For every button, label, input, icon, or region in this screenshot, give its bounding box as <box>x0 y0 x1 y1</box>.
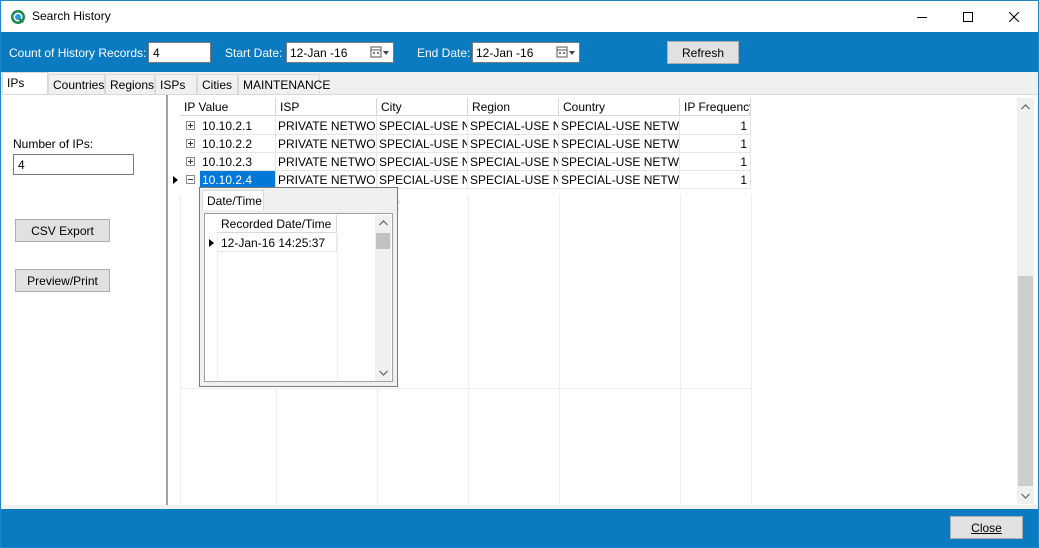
detail-vertical-scrollbar[interactable] <box>375 215 391 381</box>
search-history-window: Search History Count of History Records:… <box>0 0 1039 548</box>
grid-line <box>180 194 181 504</box>
column-header-country[interactable]: Country <box>559 98 680 116</box>
detail-subgrid-panel: Date/Time Recorded Date/Time 12-Jan-16 1… <box>199 187 398 387</box>
number-of-ips-field[interactable]: 4 <box>13 154 134 175</box>
close-button[interactable]: Close <box>950 516 1023 539</box>
expand-plus-icon[interactable] <box>186 121 195 130</box>
grid-line <box>751 194 752 504</box>
minimize-icon <box>917 16 927 18</box>
current-row-arrow-icon <box>209 239 214 247</box>
number-of-ips-label: Number of IPs: <box>13 137 94 151</box>
calendar-dropdown-icon[interactable] <box>369 45 391 60</box>
cell-region: SPECIAL-USE NETWORK <box>468 171 559 189</box>
cell-city: SPECIAL-USE NETWORK <box>377 153 468 171</box>
cell-ip-value: 10.10.2.3 <box>200 153 276 171</box>
scroll-thumb[interactable] <box>1018 276 1033 486</box>
tab-ips[interactable]: IPs <box>2 72 48 95</box>
cell-region: SPECIAL-USE NETWORK <box>468 117 559 135</box>
detail-subgrid: Recorded Date/Time 12-Jan-16 14:25:37 <box>204 213 393 382</box>
cell-country: SPECIAL-USE NETWORK <box>559 153 680 171</box>
tab-isps[interactable]: ISPs <box>155 74 197 94</box>
close-button-label: Close <box>971 520 1002 535</box>
grid-line <box>468 194 469 504</box>
column-header-ip-value[interactable]: IP Value <box>180 98 276 116</box>
maximize-button[interactable] <box>945 1 991 32</box>
tab-date-time[interactable]: Date/Time <box>202 190 264 210</box>
cell-region: SPECIAL-USE NETWORK <box>468 135 559 153</box>
column-header-city[interactable]: City <box>377 98 468 116</box>
column-header-recorded-date-time[interactable]: Recorded Date/Time <box>217 215 337 233</box>
footer-bar: Close <box>1 509 1038 547</box>
cell-city: SPECIAL-USE NETWORK <box>377 135 468 153</box>
scroll-down-arrow-icon[interactable] <box>1017 487 1034 504</box>
tab-regions[interactable]: Regions <box>105 74 155 94</box>
cell-recorded-date-time[interactable]: 12-Jan-16 14:25:37 <box>217 234 337 252</box>
tab-content: Number of IPs: 4 CSV Export Preview/Prin… <box>2 94 1038 505</box>
refresh-button[interactable]: Refresh <box>667 41 739 64</box>
grid-line <box>337 234 338 381</box>
tab-countries[interactable]: Countries <box>48 74 105 94</box>
cell-ip-frequency: 1 <box>680 171 751 189</box>
cell-isp: PRIVATE NETWORK <box>276 117 377 135</box>
maximize-icon <box>963 11 973 22</box>
scroll-up-arrow-icon[interactable] <box>1017 98 1034 115</box>
grid-line <box>180 388 751 389</box>
start-date-value: 12-Jan -16 <box>290 46 348 60</box>
minimize-button[interactable] <box>899 1 945 32</box>
grid-line <box>559 194 560 504</box>
app-logo-icon <box>11 10 25 24</box>
grid-line <box>680 194 681 504</box>
csv-export-button[interactable]: CSV Export <box>15 219 110 242</box>
cell-city: SPECIAL-USE NETWORK <box>377 117 468 135</box>
end-date-label: End Date: <box>417 46 471 60</box>
expand-plus-icon[interactable] <box>186 157 195 166</box>
cell-isp: PRIVATE NETWORK <box>276 135 377 153</box>
preview-print-button[interactable]: Preview/Print <box>15 269 110 292</box>
title-bar: Search History <box>1 1 1038 32</box>
collapse-minus-icon[interactable] <box>186 175 195 184</box>
tab-maintenance[interactable]: MAINTENANCE <box>238 74 330 94</box>
column-header-isp[interactable]: ISP <box>276 98 377 116</box>
grid-line <box>217 234 218 381</box>
cell-ip-frequency: 1 <box>680 117 751 135</box>
left-panel: Number of IPs: 4 CSV Export Preview/Prin… <box>2 95 166 505</box>
calendar-dropdown-icon[interactable] <box>555 45 577 60</box>
cell-ip-frequency: 1 <box>680 135 751 153</box>
close-window-button[interactable] <box>991 1 1037 32</box>
column-header-ip-frequency[interactable]: IP Frequency <box>680 98 751 116</box>
close-icon <box>1009 11 1019 22</box>
scroll-up-arrow-icon[interactable] <box>379 220 388 226</box>
cell-country: SPECIAL-USE NETWORK <box>559 171 680 189</box>
end-date-picker[interactable]: 12-Jan -16 <box>472 42 580 63</box>
cell-ip-value: 10.10.2.2 <box>200 135 276 153</box>
grid-vertical-scrollbar[interactable] <box>1017 98 1034 504</box>
scroll-thumb[interactable] <box>376 233 390 249</box>
count-input[interactable]: 4 <box>148 42 211 63</box>
tab-cities[interactable]: Cities <box>197 74 238 94</box>
cell-country: SPECIAL-USE NETWORK <box>559 117 680 135</box>
cell-ip-frequency: 1 <box>680 153 751 171</box>
cell-isp: PRIVATE NETWORK <box>276 153 377 171</box>
column-header-region[interactable]: Region <box>468 98 559 116</box>
expand-plus-icon[interactable] <box>186 139 195 148</box>
cell-country: SPECIAL-USE NETWORK <box>559 135 680 153</box>
end-date-value: 12-Jan -16 <box>476 46 534 60</box>
current-row-arrow-icon <box>173 176 178 184</box>
start-date-label: Start Date: <box>225 46 283 60</box>
filter-toolbar: Count of History Records: 4 Start Date: … <box>1 32 1038 72</box>
count-label: Count of History Records: <box>9 46 147 60</box>
scroll-down-arrow-icon[interactable] <box>379 370 388 376</box>
start-date-picker[interactable]: 12-Jan -16 <box>286 42 394 63</box>
window-title: Search History <box>32 9 111 23</box>
cell-region: SPECIAL-USE NETWORK <box>468 153 559 171</box>
cell-ip-value: 10.10.2.1 <box>200 117 276 135</box>
